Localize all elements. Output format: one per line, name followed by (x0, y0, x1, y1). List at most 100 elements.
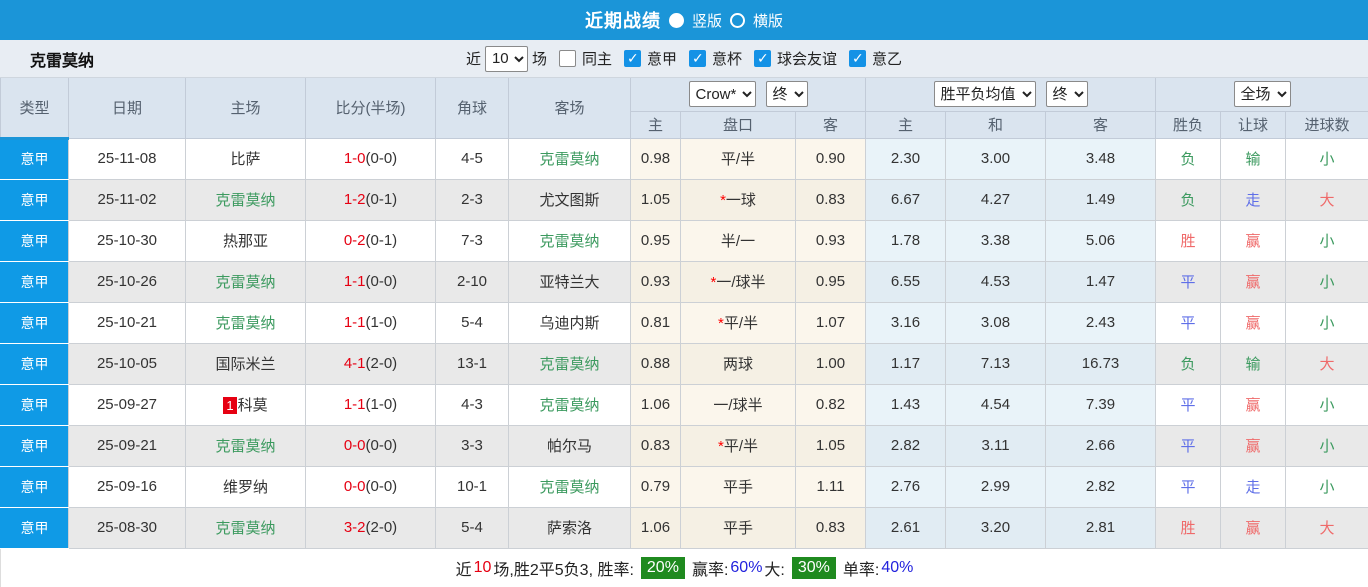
ah-line: 一/球半 (680, 383, 796, 426)
result-text: 平 (1180, 479, 1196, 496)
corner-score: 4-5 (435, 137, 509, 180)
avg-draw-odds: 7.13 (945, 342, 1046, 385)
checkbox-same-home-label[interactable]: 同主 (582, 48, 612, 69)
subheader-avg-draw: 和 (945, 111, 1046, 139)
fulltime-score: 3-2 (343, 519, 366, 536)
ah-home-odds: 0.93 (630, 260, 681, 303)
match-count-select[interactable]: 10 (484, 45, 528, 72)
checkbox-serie-b-label[interactable]: 意乙 (872, 48, 902, 69)
match-date: 25-09-27 (68, 383, 186, 426)
fulltime-score: 0-2 (343, 232, 366, 249)
goals-result-text: 小 (1319, 274, 1335, 291)
checkbox-italy-cup[interactable] (689, 50, 706, 67)
halftime-score: (0-0) (365, 478, 398, 495)
avg-type-select[interactable]: 胜平负均值 (933, 81, 1036, 108)
match-date: 25-10-05 (68, 342, 186, 385)
ah-home-odds: 0.83 (630, 424, 681, 467)
scope-select[interactable]: 全场 (1233, 81, 1291, 108)
checkbox-serie-a-label[interactable]: 意甲 (647, 48, 677, 69)
halftime-score: (0-1) (365, 191, 398, 208)
avg-home-odds: 2.30 (865, 137, 946, 180)
handicap-result-text: 赢 (1245, 520, 1261, 537)
ah-away-odds: 1.05 (795, 424, 866, 467)
ah-line: 平手 (680, 506, 796, 549)
result-text: 负 (1180, 356, 1196, 373)
result-text: 负 (1180, 192, 1196, 209)
corner-score: 3-3 (435, 424, 509, 467)
league-badge: 意甲 (0, 465, 69, 508)
halftime-score: (1-0) (365, 314, 398, 331)
goals-result-cell: 小 (1285, 301, 1368, 344)
home-team-name: 国际米兰 (215, 356, 276, 373)
vertical-layout-radio[interactable] (668, 12, 684, 28)
checkbox-serie-a[interactable] (623, 50, 641, 67)
home-team: 国际米兰 (185, 342, 306, 385)
subheader-ah-home: 主 (630, 111, 681, 139)
subheader-handicap: 让球 (1220, 111, 1287, 139)
header-scope-group: 全场 (1155, 78, 1368, 112)
match-row: 意甲 25-10-26 克雷莫纳 1-1(0-0) 2-10 亚特兰大 0.93… (0, 260, 1368, 303)
header-score: 比分(半场) (305, 78, 436, 139)
result-cell: 平 (1155, 260, 1222, 303)
page-title: 近期战绩 (584, 11, 661, 31)
ah-line: 半/一 (680, 219, 796, 262)
home-team-name: 热那亚 (222, 233, 268, 250)
handicap-result-cell: 赢 (1220, 424, 1287, 467)
result-cell: 负 (1155, 342, 1222, 385)
fulltime-score: 1-1 (343, 396, 366, 413)
ah-time-select[interactable]: 终 (765, 81, 808, 108)
goals-result-cell: 小 (1285, 465, 1368, 508)
handicap-result-cell: 赢 (1220, 301, 1287, 344)
goals-result-text: 大 (1319, 192, 1335, 209)
avg-home-odds: 2.61 (865, 506, 946, 549)
away-team-name: 亚特兰大 (539, 274, 600, 291)
match-row: 意甲 25-09-27 1 科莫 1-1(1-0) 4-3 克雷莫纳 1.06 一… (0, 383, 1368, 426)
halftime-score: (0-1) (365, 232, 398, 249)
halftime-score: (0-0) (365, 273, 398, 290)
ah-home-odds: 0.95 (630, 219, 681, 262)
ah-away-odds: 0.83 (795, 506, 866, 549)
home-team: 热那亚 (185, 219, 306, 262)
goals-result-cell: 大 (1285, 342, 1368, 385)
result-text: 胜 (1180, 520, 1196, 537)
checkbox-serie-b[interactable] (849, 50, 867, 67)
win-rate-badge: 20% (640, 556, 685, 579)
horizontal-layout-radio[interactable] (730, 12, 745, 28)
halftime-score: (0-0) (365, 437, 398, 454)
match-row: 意甲 25-10-30 热那亚 0-2(0-1) 7-3 克雷莫纳 0.95 半… (0, 219, 1368, 262)
summary-bar: 近 10 场,胜2平5负3, 胜率: 20% 赢率: 60% 大: 30% 单率: 40… (0, 548, 1368, 587)
horizontal-layout-label[interactable]: 横版 (753, 10, 783, 31)
away-team-name: 克雷莫纳 (539, 233, 600, 250)
team-name: 克雷莫纳 (30, 52, 95, 70)
fulltime-score: 4-1 (343, 355, 366, 372)
handicap-result-text: 赢 (1245, 315, 1261, 332)
fulltime-score: 0-0 (343, 478, 366, 495)
match-date: 25-10-30 (68, 219, 186, 262)
ah-home-odds: 1.05 (630, 178, 681, 221)
result-text: 平 (1180, 315, 1196, 332)
avg-time-select[interactable]: 终 (1045, 81, 1088, 108)
avg-away-odds: 3.48 (1044, 137, 1157, 180)
away-team-name: 萨索洛 (546, 520, 592, 537)
ah-line-text: 一/球半 (713, 397, 763, 414)
goals-result-text: 小 (1319, 151, 1335, 168)
handicap-result-text: 赢 (1245, 397, 1261, 414)
home-team: 克雷莫纳 (185, 424, 306, 467)
checkbox-club-friendly[interactable] (754, 50, 772, 67)
handicap-result-text: 赢 (1245, 274, 1261, 291)
checkbox-italy-cup-label[interactable]: 意杯 (712, 48, 742, 69)
bookmaker-select[interactable]: Crow* (688, 81, 756, 108)
league-badge: 意甲 (0, 383, 69, 426)
ah-home-odds: 0.98 (630, 137, 681, 180)
ah-line-text: 半/一 (720, 233, 756, 250)
result-text: 胜 (1180, 233, 1196, 250)
match-date: 25-11-08 (68, 137, 186, 180)
result-cell: 负 (1155, 137, 1222, 180)
vertical-layout-label[interactable]: 竖版 (692, 10, 722, 31)
checkbox-same-home[interactable] (558, 50, 576, 67)
away-team-name: 克雷莫纳 (539, 151, 600, 168)
checkbox-club-friendly-label[interactable]: 球会友谊 (777, 48, 837, 69)
ah-line-text: 一球 (725, 192, 756, 209)
goals-result-text: 小 (1319, 479, 1335, 496)
fulltime-score: 1-1 (343, 314, 366, 331)
